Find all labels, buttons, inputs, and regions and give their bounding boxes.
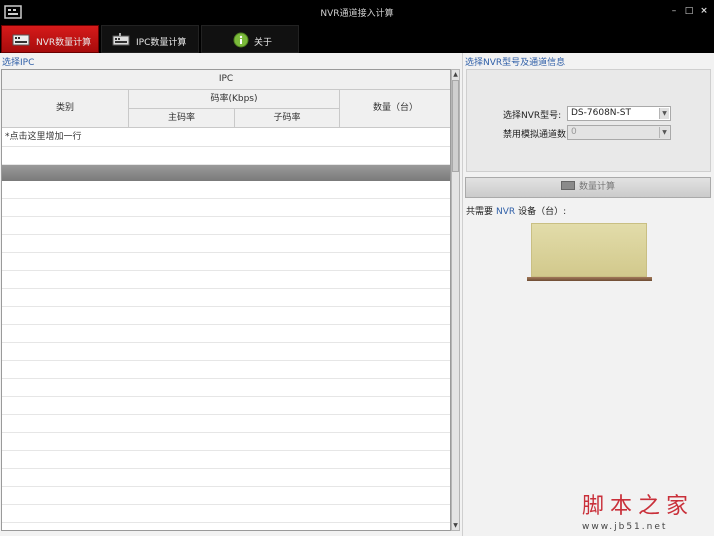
tab-label: NVR数量计算	[36, 38, 92, 48]
chevron-down-icon[interactable]: ▼	[659, 108, 669, 119]
table-header: IPC 类别 码率(Kbps) 主码率 子码率 数量（台）	[2, 70, 450, 128]
disable-analog-value: 0	[571, 127, 577, 137]
header-sub-bitrate: 子码率	[235, 109, 340, 128]
watermark: 脚本之家 www.jb51.net	[582, 488, 712, 532]
tab-label: IPC数量计算	[136, 38, 187, 48]
header-main-bitrate: 主码率	[129, 109, 235, 128]
table-row	[2, 397, 450, 415]
nvr-device-icon	[12, 34, 30, 46]
add-row-link[interactable]: *点击这里增加一行	[2, 128, 450, 147]
header-count: 数量（台）	[340, 90, 450, 128]
result-label: 共需要 NVR 设备（台）:	[466, 207, 567, 217]
nvr-model-label: 选择NVR型号:	[503, 111, 562, 121]
table-row	[2, 271, 450, 289]
ipc-table: IPC 类别 码率(Kbps) 主码率 子码率 数量（台） *点击这里增加一行	[1, 69, 451, 531]
table-row	[2, 523, 450, 530]
window-title: NVR通道接入计算	[320, 9, 394, 19]
disable-analog-select[interactable]: 0 ▼	[567, 125, 671, 140]
watermark-url: www.jb51.net	[582, 522, 668, 532]
table-row	[2, 379, 450, 397]
table-row	[2, 451, 450, 469]
table-row	[2, 487, 450, 505]
watermark-title: 脚本之家	[582, 494, 695, 519]
table-row	[2, 307, 450, 325]
table-row	[2, 415, 450, 433]
result-display	[531, 223, 647, 277]
close-button[interactable]: ×	[698, 5, 710, 17]
section-title-ipc: 选择IPC	[2, 58, 35, 68]
chevron-down-icon[interactable]: ▼	[659, 127, 669, 138]
nvr-config-box: 选择NVR型号: DS-7608N-ST ▼ 禁用模拟通道数: 0 ▼	[466, 69, 711, 172]
table-row	[2, 343, 450, 361]
scroll-up-arrow-icon[interactable]: ▲	[452, 70, 459, 79]
table-row	[2, 253, 450, 271]
table-row	[2, 217, 450, 235]
tab-ipc-count[interactable]: IPC数量计算	[101, 25, 199, 53]
table-row	[2, 235, 450, 253]
minimize-button[interactable]: –	[668, 5, 680, 17]
table-row	[2, 361, 450, 379]
header-bitrate: 码率(Kbps)	[129, 90, 340, 109]
tab-about[interactable]: 关于	[201, 25, 299, 53]
table-scrollbar[interactable]: ▲ ▼	[451, 69, 460, 531]
ipc-device-icon	[112, 33, 130, 46]
scroll-down-arrow-icon[interactable]: ▼	[452, 521, 459, 530]
maximize-button[interactable]: □	[683, 5, 695, 17]
table-row	[2, 181, 450, 199]
nvr-model-select[interactable]: DS-7608N-ST ▼	[567, 106, 671, 121]
calculate-button-label: 数量计算	[578, 182, 615, 192]
table-row	[2, 325, 450, 343]
header-type: 类别	[2, 90, 129, 128]
result-display-base	[527, 277, 652, 281]
nvr-model-value: DS-7608N-ST	[571, 108, 631, 118]
table-row	[2, 199, 450, 217]
calculator-icon	[560, 181, 575, 190]
calculate-button[interactable]: 数量计算	[465, 177, 711, 198]
table-row	[2, 505, 450, 523]
table-row	[2, 289, 450, 307]
table-row[interactable]	[2, 147, 450, 165]
title-bar: NVR通道接入计算 – □ ×	[0, 0, 714, 24]
tab-label: 关于	[254, 38, 273, 48]
header-ipc: IPC	[2, 70, 450, 90]
table-row	[2, 469, 450, 487]
info-icon	[233, 32, 249, 48]
nvr-panel: 选择NVR型号及通道信息 选择NVR型号: DS-7608N-ST ▼ 禁用模拟…	[462, 53, 714, 536]
tab-bar: NVR数量计算 IPC数量计算 关于	[0, 24, 714, 53]
disable-analog-label: 禁用模拟通道数:	[503, 130, 570, 140]
tab-nvr-count[interactable]: NVR数量计算	[1, 25, 99, 53]
section-title-nvr: 选择NVR型号及通道信息	[465, 58, 566, 68]
table-row-selected[interactable]	[2, 165, 450, 181]
scroll-thumb[interactable]	[452, 80, 459, 172]
ipc-panel: 选择IPC IPC 类别 码率(Kbps) 主码率 子码率 数量（台） *点击这…	[0, 53, 462, 536]
table-row	[2, 433, 450, 451]
